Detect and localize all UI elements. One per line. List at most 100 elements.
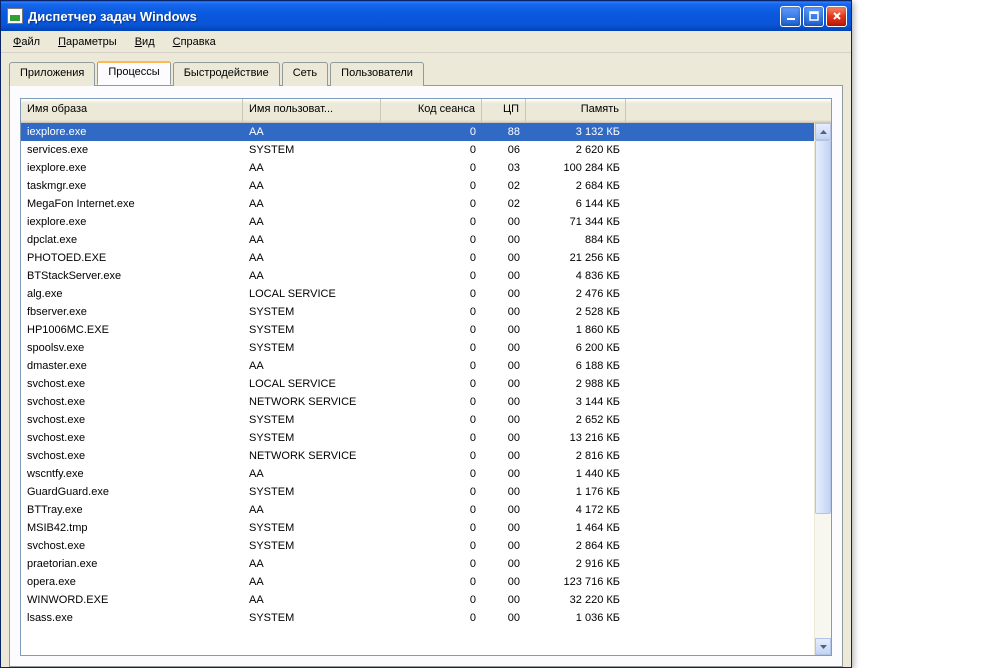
vertical-scrollbar[interactable] xyxy=(814,123,831,655)
cell-cpu: 00 xyxy=(482,324,526,336)
tab-applications[interactable]: Приложения xyxy=(9,62,95,86)
scroll-up-button[interactable] xyxy=(815,123,831,140)
process-row[interactable]: iexplore.exeAA00071 344 КБ xyxy=(21,213,814,231)
cell-cpu: 00 xyxy=(482,558,526,570)
window-buttons xyxy=(780,6,847,27)
process-row[interactable]: opera.exeAA000123 716 КБ xyxy=(21,573,814,591)
cell-user-name: LOCAL SERVICE xyxy=(243,288,381,300)
cell-session-id: 0 xyxy=(381,288,482,300)
tabs-container: Приложения Процессы Быстродействие Сеть … xyxy=(1,53,851,667)
cell-cpu: 00 xyxy=(482,306,526,318)
col-header-session[interactable]: Код сеанса xyxy=(381,99,482,122)
cell-cpu: 00 xyxy=(482,396,526,408)
process-row[interactable]: wscntfy.exeAA0001 440 КБ xyxy=(21,465,814,483)
cell-user-name: SYSTEM xyxy=(243,486,381,498)
cell-image-name: opera.exe xyxy=(21,576,243,588)
process-row[interactable]: taskmgr.exeAA0022 684 КБ xyxy=(21,177,814,195)
process-row[interactable]: alg.exeLOCAL SERVICE0002 476 КБ xyxy=(21,285,814,303)
scroll-thumb[interactable] xyxy=(815,140,831,514)
maximize-icon xyxy=(809,11,819,21)
process-row[interactable]: svchost.exeSYSTEM0002 652 КБ xyxy=(21,411,814,429)
menu-view[interactable]: Вид xyxy=(127,34,163,50)
maximize-button[interactable] xyxy=(803,6,824,27)
listview-rows[interactable]: iexplore.exeAA0883 132 КБservices.exeSYS… xyxy=(21,123,814,655)
minimize-button[interactable] xyxy=(780,6,801,27)
cell-cpu: 00 xyxy=(482,414,526,426)
process-row[interactable]: lsass.exeSYSTEM0001 036 КБ xyxy=(21,609,814,627)
col-header-image[interactable]: Имя образа xyxy=(21,99,243,122)
cell-user-name: AA xyxy=(243,468,381,480)
cell-user-name: AA xyxy=(243,558,381,570)
titlebar[interactable]: Диспетчер задач Windows xyxy=(1,1,851,31)
cell-cpu: 03 xyxy=(482,162,526,174)
cell-session-id: 0 xyxy=(381,378,482,390)
cell-memory: 3 132 КБ xyxy=(526,126,626,138)
cell-image-name: MegaFon Internet.exe xyxy=(21,198,243,210)
process-row[interactable]: WINWORD.EXEAA00032 220 КБ xyxy=(21,591,814,609)
listview-body: iexplore.exeAA0883 132 КБservices.exeSYS… xyxy=(21,123,831,655)
process-row[interactable]: HP1006MC.EXESYSTEM0001 860 КБ xyxy=(21,321,814,339)
col-header-memory[interactable]: Память xyxy=(526,99,626,122)
process-row[interactable]: svchost.exeLOCAL SERVICE0002 988 КБ xyxy=(21,375,814,393)
process-row[interactable]: fbserver.exeSYSTEM0002 528 КБ xyxy=(21,303,814,321)
cell-image-name: BTTray.exe xyxy=(21,504,243,516)
cell-cpu: 00 xyxy=(482,288,526,300)
cell-memory: 2 988 КБ xyxy=(526,378,626,390)
process-row[interactable]: MegaFon Internet.exeAA0026 144 КБ xyxy=(21,195,814,213)
cell-cpu: 88 xyxy=(482,126,526,138)
cell-user-name: SYSTEM xyxy=(243,414,381,426)
cell-session-id: 0 xyxy=(381,180,482,192)
process-row[interactable]: services.exeSYSTEM0062 620 КБ xyxy=(21,141,814,159)
process-row[interactable]: BTStackServer.exeAA0004 836 КБ xyxy=(21,267,814,285)
process-row[interactable]: spoolsv.exeSYSTEM0006 200 КБ xyxy=(21,339,814,357)
cell-session-id: 0 xyxy=(381,198,482,210)
process-row[interactable]: iexplore.exeAA0883 132 КБ xyxy=(21,123,814,141)
menu-params[interactable]: Параметры xyxy=(50,34,125,50)
process-row[interactable]: iexplore.exeAA003100 284 КБ xyxy=(21,159,814,177)
cell-image-name: spoolsv.exe xyxy=(21,342,243,354)
process-row[interactable]: BTTray.exeAA0004 172 КБ xyxy=(21,501,814,519)
process-row[interactable]: PHOTOED.EXEAA00021 256 КБ xyxy=(21,249,814,267)
col-header-cpu[interactable]: ЦП xyxy=(482,99,526,122)
minimize-icon xyxy=(786,11,796,21)
close-button[interactable] xyxy=(826,6,847,27)
tab-row: Приложения Процессы Быстродействие Сеть … xyxy=(9,61,843,85)
cell-user-name: AA xyxy=(243,234,381,246)
cell-image-name: fbserver.exe xyxy=(21,306,243,318)
cell-memory: 4 172 КБ xyxy=(526,504,626,516)
menu-file-rest: айл xyxy=(21,36,40,48)
col-header-user[interactable]: Имя пользоват... xyxy=(243,99,381,122)
process-row[interactable]: svchost.exeNETWORK SERVICE0002 816 КБ xyxy=(21,447,814,465)
cell-image-name: dpclat.exe xyxy=(21,234,243,246)
process-row[interactable]: dpclat.exeAA000884 КБ xyxy=(21,231,814,249)
process-row[interactable]: MSIB42.tmpSYSTEM0001 464 КБ xyxy=(21,519,814,537)
cell-user-name: AA xyxy=(243,252,381,264)
cell-memory: 13 216 КБ xyxy=(526,432,626,444)
process-row[interactable]: GuardGuard.exeSYSTEM0001 176 КБ xyxy=(21,483,814,501)
cell-image-name: iexplore.exe xyxy=(21,216,243,228)
cell-memory: 6 188 КБ xyxy=(526,360,626,372)
tab-network[interactable]: Сеть xyxy=(282,62,328,86)
menubar: Файл Параметры Вид Справка xyxy=(1,31,851,53)
window-title: Диспетчер задач Windows xyxy=(28,9,780,24)
process-row[interactable]: praetorian.exeAA0002 916 КБ xyxy=(21,555,814,573)
task-manager-window: Диспетчер задач Windows Файл Пар xyxy=(0,0,852,668)
cell-session-id: 0 xyxy=(381,414,482,426)
cell-user-name: SYSTEM xyxy=(243,612,381,624)
process-row[interactable]: dmaster.exeAA0006 188 КБ xyxy=(21,357,814,375)
tab-performance[interactable]: Быстродействие xyxy=(173,62,280,86)
process-row[interactable]: svchost.exeSYSTEM00013 216 КБ xyxy=(21,429,814,447)
process-row[interactable]: svchost.exeNETWORK SERVICE0003 144 КБ xyxy=(21,393,814,411)
cell-user-name: AA xyxy=(243,216,381,228)
scroll-track[interactable] xyxy=(815,140,831,638)
process-row[interactable]: svchost.exeSYSTEM0002 864 КБ xyxy=(21,537,814,555)
tab-processes[interactable]: Процессы xyxy=(97,61,170,85)
scroll-down-button[interactable] xyxy=(815,638,831,655)
menu-help[interactable]: Справка xyxy=(165,34,224,50)
cell-user-name: AA xyxy=(243,360,381,372)
menu-file[interactable]: Файл xyxy=(5,34,48,50)
process-listview: Имя образа Имя пользоват... Код сеанса Ц… xyxy=(20,98,832,656)
tab-panel-processes: Имя образа Имя пользоват... Код сеанса Ц… xyxy=(9,85,843,667)
cell-session-id: 0 xyxy=(381,270,482,282)
tab-users[interactable]: Пользователи xyxy=(330,62,424,86)
